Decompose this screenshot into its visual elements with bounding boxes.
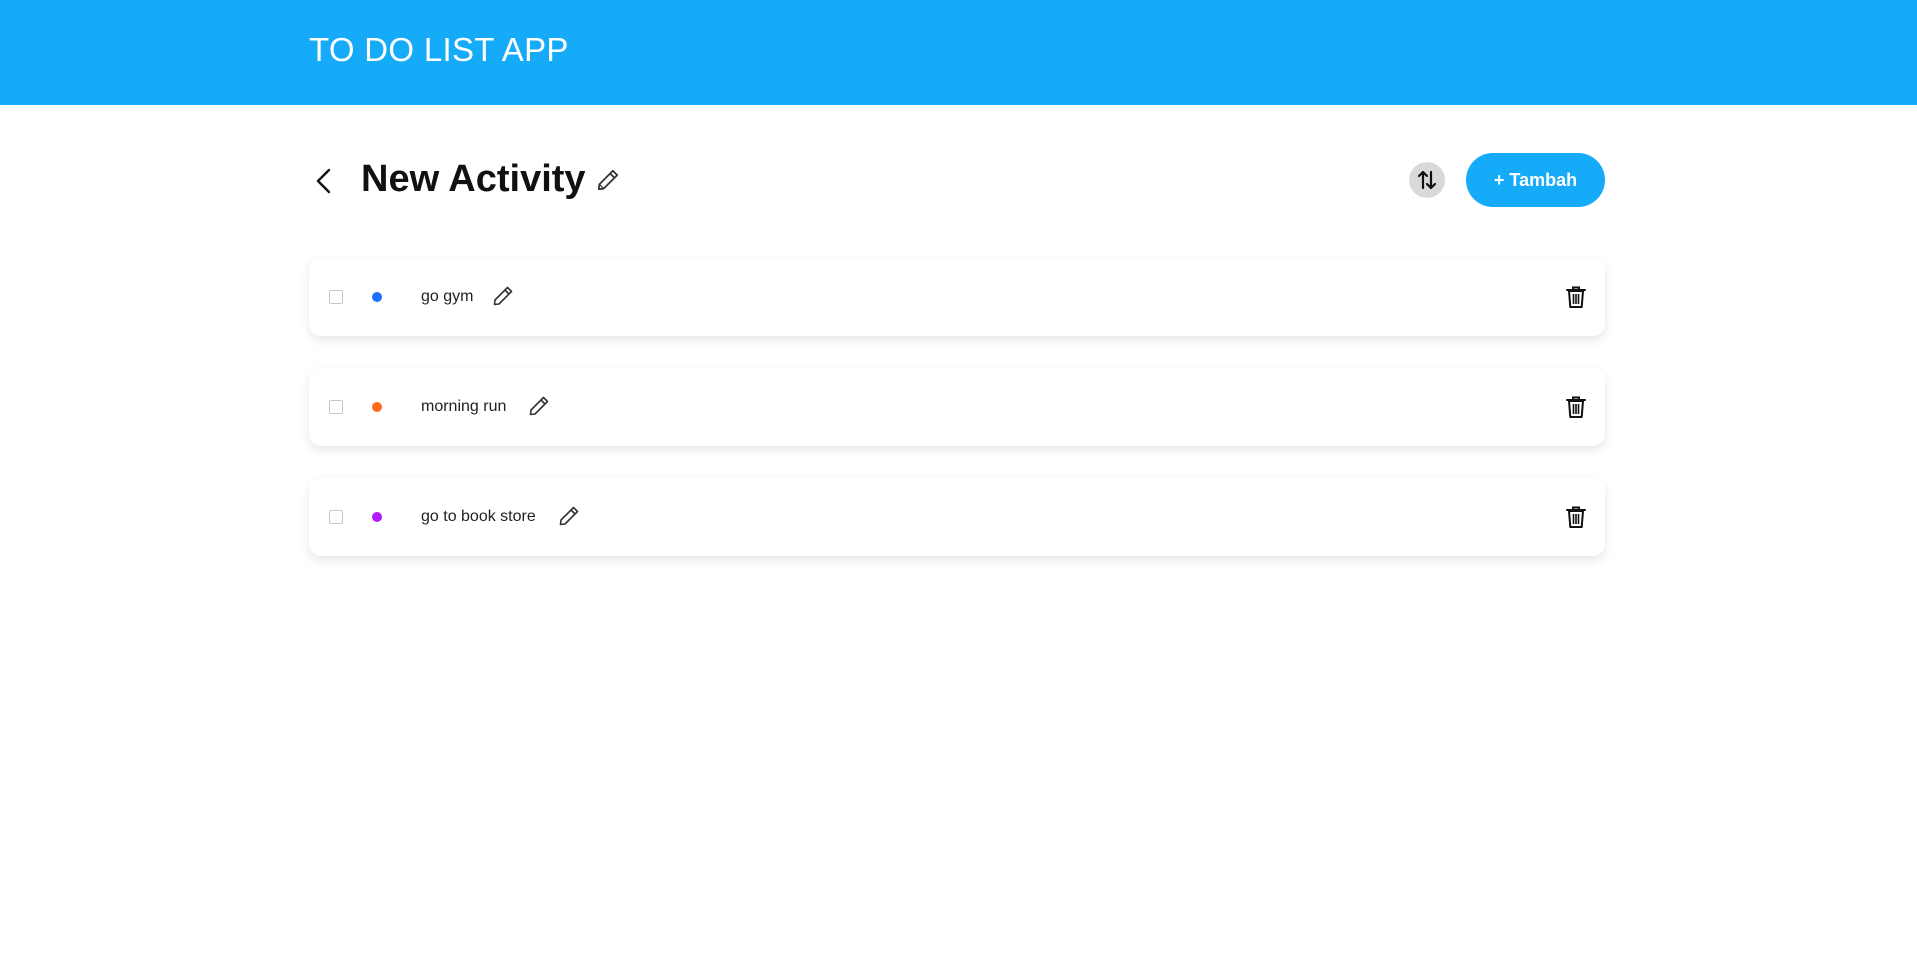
todo-item: go gym <box>309 258 1605 336</box>
edit-todo-button[interactable] <box>491 284 515 308</box>
trash-icon <box>1566 286 1586 308</box>
todo-title: go gym <box>421 288 474 305</box>
todo-item: go to book store <box>309 478 1605 556</box>
activity-title[interactable]: New Activity <box>361 155 586 203</box>
todo-checkbox[interactable] <box>329 290 343 304</box>
activity-title-row: New Activity + Tambah <box>309 145 1605 217</box>
trash-icon <box>1566 396 1586 418</box>
delete-todo-button[interactable] <box>1565 285 1587 309</box>
todo-title: go to book store <box>421 508 536 525</box>
chevron-left-icon <box>316 168 331 194</box>
app-title: TO DO LIST APP <box>309 31 569 68</box>
edit-todo-button[interactable] <box>527 394 551 418</box>
pencil-icon <box>493 286 513 306</box>
edit-todo-button[interactable] <box>557 504 581 528</box>
todo-item: morning run <box>309 368 1605 446</box>
todo-list: go gym morning run go to book store <box>309 258 1605 588</box>
edit-activity-title-button[interactable] <box>595 167 621 193</box>
pencil-icon <box>559 506 579 526</box>
app-header: TO DO LIST APP <box>0 0 1917 105</box>
sort-button[interactable] <box>1409 162 1445 198</box>
add-todo-button[interactable]: + Tambah <box>1466 153 1605 207</box>
priority-indicator <box>372 402 382 412</box>
pencil-icon <box>529 396 549 416</box>
todo-checkbox[interactable] <box>329 510 343 524</box>
priority-indicator <box>372 512 382 522</box>
pencil-icon <box>597 169 619 191</box>
todo-title: morning run <box>421 398 507 415</box>
sort-arrows-icon <box>1417 170 1437 190</box>
back-button[interactable] <box>309 163 339 199</box>
delete-todo-button[interactable] <box>1565 395 1587 419</box>
delete-todo-button[interactable] <box>1565 505 1587 529</box>
priority-indicator <box>372 292 382 302</box>
trash-icon <box>1566 506 1586 528</box>
todo-checkbox[interactable] <box>329 400 343 414</box>
